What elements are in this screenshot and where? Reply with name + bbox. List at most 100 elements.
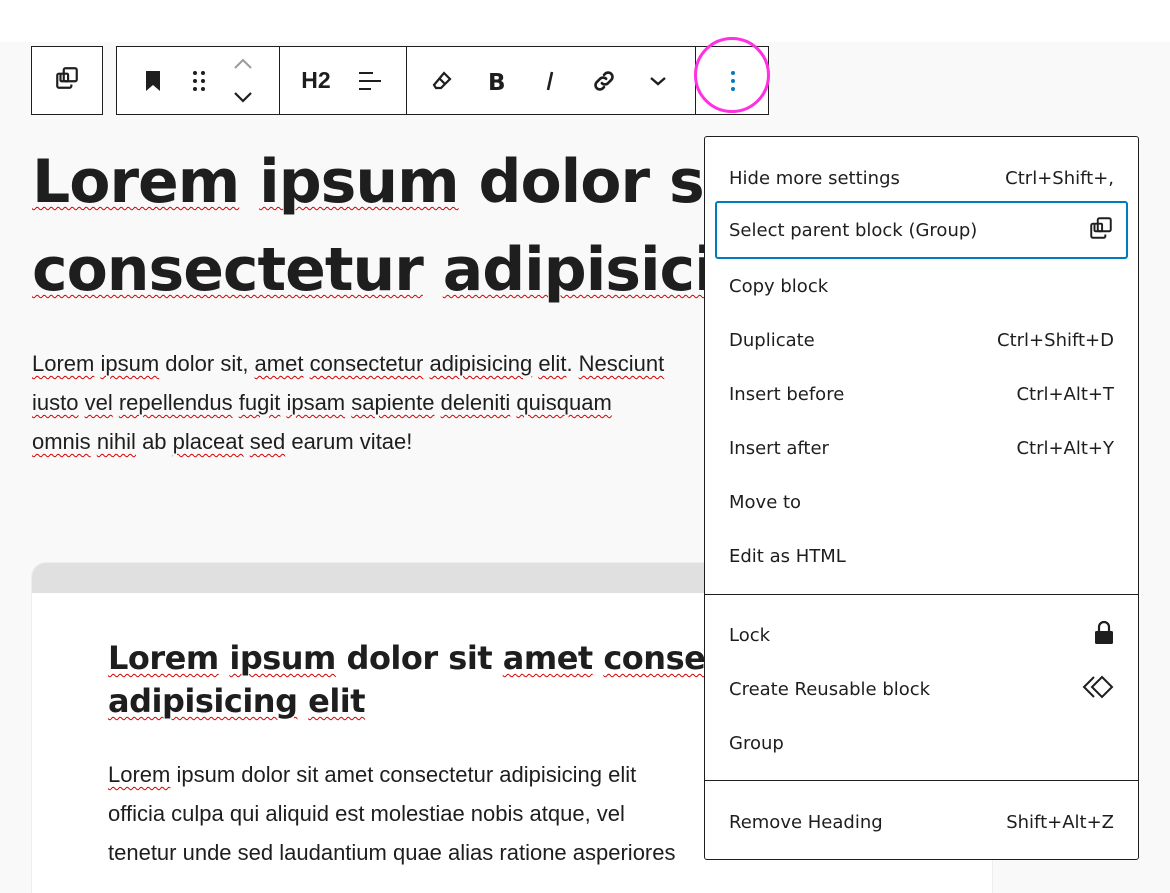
menu-item-create-reusable-block[interactable]: Create Reusable block [715, 662, 1128, 716]
menu-item-label: Lock [729, 624, 771, 646]
move-down-button[interactable] [225, 80, 261, 114]
menu-item-label: Edit as HTML [729, 545, 846, 567]
text: ab [135, 429, 173, 454]
menu-item-duplicate[interactable]: Duplicate Ctrl+Shift+D [715, 313, 1128, 367]
card-paragraph-line-2: officia culpa qui aliquid est molestiae … [108, 801, 625, 826]
paragraph-line-3: omnis nihil ab placeat sed earum vitae! [32, 429, 412, 454]
word: amet [254, 351, 304, 376]
move-down-icon [233, 91, 253, 103]
word: omnis [32, 429, 91, 454]
menu-divider [705, 780, 1138, 781]
menu-item-shortcut: Ctrl+Alt+T [1016, 383, 1114, 405]
menu-item-lock[interactable]: Lock [715, 608, 1128, 662]
link-icon [591, 68, 617, 94]
paragraph-line-2: iusto vel repellendus fugit ipsam sapien… [32, 390, 612, 415]
heading-space [459, 147, 479, 217]
menu-item-label: Insert after [729, 437, 829, 459]
select-parent-icon [54, 65, 80, 96]
move-up-button[interactable] [225, 47, 261, 80]
text: ipsum dolor sit amet consectetur adipisi… [170, 762, 637, 787]
word: ipsum [229, 639, 336, 677]
word: fugit [238, 390, 281, 415]
align-left-icon [357, 70, 383, 92]
word: amet [502, 639, 593, 677]
toolbar-divider [279, 47, 280, 114]
menu-item-insert-before[interactable]: Insert before Ctrl+Alt+T [715, 367, 1128, 421]
block-options-menu: Hide more settings Ctrl+Shift+, Select p… [704, 136, 1139, 860]
word: placeat [172, 429, 244, 454]
text [593, 639, 604, 677]
heading-space [423, 235, 443, 305]
select-parent-button[interactable] [31, 46, 103, 115]
word: adipisicing [429, 351, 533, 376]
toolbar-divider [406, 47, 407, 114]
align-button[interactable] [351, 47, 389, 114]
text: . [566, 351, 579, 376]
card-paragraph-line-1: Lorem ipsum dolor sit amet consectetur a… [108, 762, 636, 787]
menu-item-label: Create Reusable block [729, 678, 931, 700]
word: nihil [96, 429, 136, 454]
word: consectetur [309, 351, 424, 376]
menu-item-insert-after[interactable]: Insert after Ctrl+Alt+Y [715, 421, 1128, 475]
word: vel [84, 390, 113, 415]
eraser-icon [430, 69, 454, 93]
menu-item-label: Copy block [729, 275, 829, 297]
heading-word: Lorem [32, 147, 240, 217]
menu-item-shortcut: Ctrl+Shift+D [997, 329, 1114, 351]
menu-item-shortcut: Ctrl+Shift+, [1005, 167, 1114, 189]
menu-item-label: Duplicate [729, 329, 815, 351]
word: Lorem [108, 639, 219, 677]
bold-button[interactable]: B [477, 47, 515, 114]
menu-item-copy-block[interactable]: Copy block [715, 259, 1128, 313]
italic-button[interactable] [532, 47, 568, 114]
menu-item-group[interactable]: Group [715, 716, 1128, 770]
menu-item-edit-as-html[interactable]: Edit as HTML [715, 529, 1128, 583]
heading-space [239, 147, 259, 217]
select-parent-icon [1088, 215, 1114, 246]
block-type-button[interactable] [135, 47, 171, 114]
menu-item-select-parent-block[interactable]: Select parent block (Group) [715, 201, 1128, 259]
word: ipsam [286, 390, 346, 415]
card-heading-line-2: adipisicing elit [108, 682, 366, 720]
more-rich-text-button[interactable] [639, 47, 677, 114]
word: ipsum [100, 351, 160, 376]
svg-text:B: B [488, 70, 506, 93]
clear-formatting-button[interactable] [423, 47, 461, 114]
reusable-block-icon [1082, 675, 1114, 704]
heading-word: consectetur [32, 235, 424, 305]
menu-item-move-to[interactable]: Move to [715, 475, 1128, 529]
word: sapiente [351, 390, 435, 415]
heading-level-label: H2 [301, 67, 331, 93]
word: Nesciunt [578, 351, 665, 376]
menu-divider [705, 594, 1138, 595]
more-options-icon [730, 69, 736, 93]
text: dolor sit, [159, 351, 255, 376]
menu-item-remove-heading[interactable]: Remove Heading Shift+Alt+Z [715, 795, 1128, 849]
heading-level-button[interactable]: H2 [289, 47, 343, 114]
drag-handle-button[interactable] [181, 47, 217, 114]
heading-word: ipsum [259, 147, 459, 217]
text [297, 682, 308, 720]
move-up-icon [233, 58, 253, 70]
word: Lorem [108, 762, 171, 787]
text: earum vitae! [285, 429, 413, 454]
word: elit [538, 351, 567, 376]
menu-item-label: Move to [729, 491, 802, 513]
paragraph-line-1: Lorem ipsum dolor sit, amet consectetur … [32, 351, 664, 376]
word: sed [249, 429, 286, 454]
menu-item-shortcut: Shift+Alt+Z [1006, 811, 1114, 833]
bold-icon: B [486, 69, 506, 93]
menu-item-label: Remove Heading [729, 811, 883, 833]
chevron-down-icon [649, 75, 667, 87]
word: Lorem [32, 351, 95, 376]
link-button[interactable] [585, 47, 623, 114]
word: iusto [32, 390, 79, 415]
options-button[interactable] [713, 47, 753, 114]
menu-item-hide-more-settings[interactable]: Hide more settings Ctrl+Shift+, [715, 151, 1128, 205]
text [219, 639, 230, 677]
menu-item-label: Group [729, 732, 784, 754]
menu-item-shortcut: Ctrl+Alt+Y [1016, 437, 1114, 459]
heading-word: dolor [478, 147, 651, 217]
toolbar-divider [695, 47, 696, 114]
italic-icon [542, 69, 558, 93]
